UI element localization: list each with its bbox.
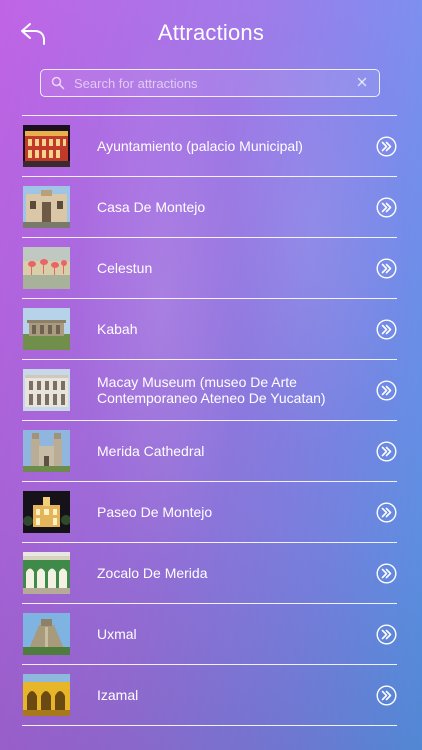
attraction-thumbnail (23, 247, 70, 289)
list-item-label: Zocalo De Merida (97, 564, 208, 581)
chevron-right-icon[interactable] (376, 380, 397, 401)
header: Attractions (0, 0, 422, 64)
list-item[interactable]: Ayuntamiento (palacio Municipal) (0, 115, 422, 176)
chevron-right-icon[interactable] (376, 441, 397, 462)
list-item-label: Macay Museum (museo De Arte Contemporane… (97, 373, 326, 406)
close-icon[interactable] (355, 75, 369, 89)
list-item-label: Kabah (97, 320, 138, 337)
chevron-right-icon[interactable] (376, 136, 397, 157)
search-input[interactable] (74, 72, 344, 94)
list-item[interactable]: Celestun (0, 237, 422, 298)
list-item[interactable]: Zocalo De Merida (0, 542, 422, 603)
list-item[interactable]: Casa De Montejo (0, 176, 422, 237)
attraction-thumbnail (23, 430, 70, 472)
list-item[interactable]: Merida Cathedral (0, 420, 422, 481)
chevron-right-icon[interactable] (376, 624, 397, 645)
attraction-thumbnail (23, 552, 70, 594)
page-title: Attractions (157, 20, 265, 45)
list-item[interactable]: Uxmal (0, 603, 422, 664)
list-item-label: Ayuntamiento (palacio Municipal) (97, 137, 303, 154)
list-divider (22, 725, 397, 726)
chevron-right-icon[interactable] (376, 197, 397, 218)
attraction-thumbnail (23, 369, 70, 411)
chevron-right-icon[interactable] (376, 685, 397, 706)
list-item-label: Paseo De Montejo (97, 503, 213, 520)
chevron-right-icon[interactable] (376, 319, 397, 340)
search-bar (40, 69, 380, 97)
attraction-thumbnail (23, 613, 70, 655)
attraction-thumbnail (23, 491, 70, 533)
attraction-thumbnail (23, 186, 70, 228)
list-item-label: Uxmal (97, 625, 137, 642)
list-item-label: Celestun (97, 259, 153, 276)
attractions-list: Ayuntamiento (palacio Municipal) Casa De… (0, 115, 422, 726)
list-item[interactable]: Macay Museum (museo De Arte Contemporane… (0, 359, 422, 420)
attraction-thumbnail (23, 308, 70, 350)
list-item[interactable]: Izamal (0, 664, 422, 725)
list-item-label: Casa De Montejo (97, 198, 206, 215)
chevron-right-icon[interactable] (376, 502, 397, 523)
list-item-label: Merida Cathedral (97, 442, 205, 459)
attraction-thumbnail (23, 125, 70, 167)
search-icon (51, 76, 65, 90)
attraction-thumbnail (23, 674, 70, 716)
list-item[interactable]: Kabah (0, 298, 422, 359)
chevron-right-icon[interactable] (376, 563, 397, 584)
list-item-label: Izamal (97, 686, 139, 703)
list-item[interactable]: Paseo De Montejo (0, 481, 422, 542)
chevron-right-icon[interactable] (376, 258, 397, 279)
